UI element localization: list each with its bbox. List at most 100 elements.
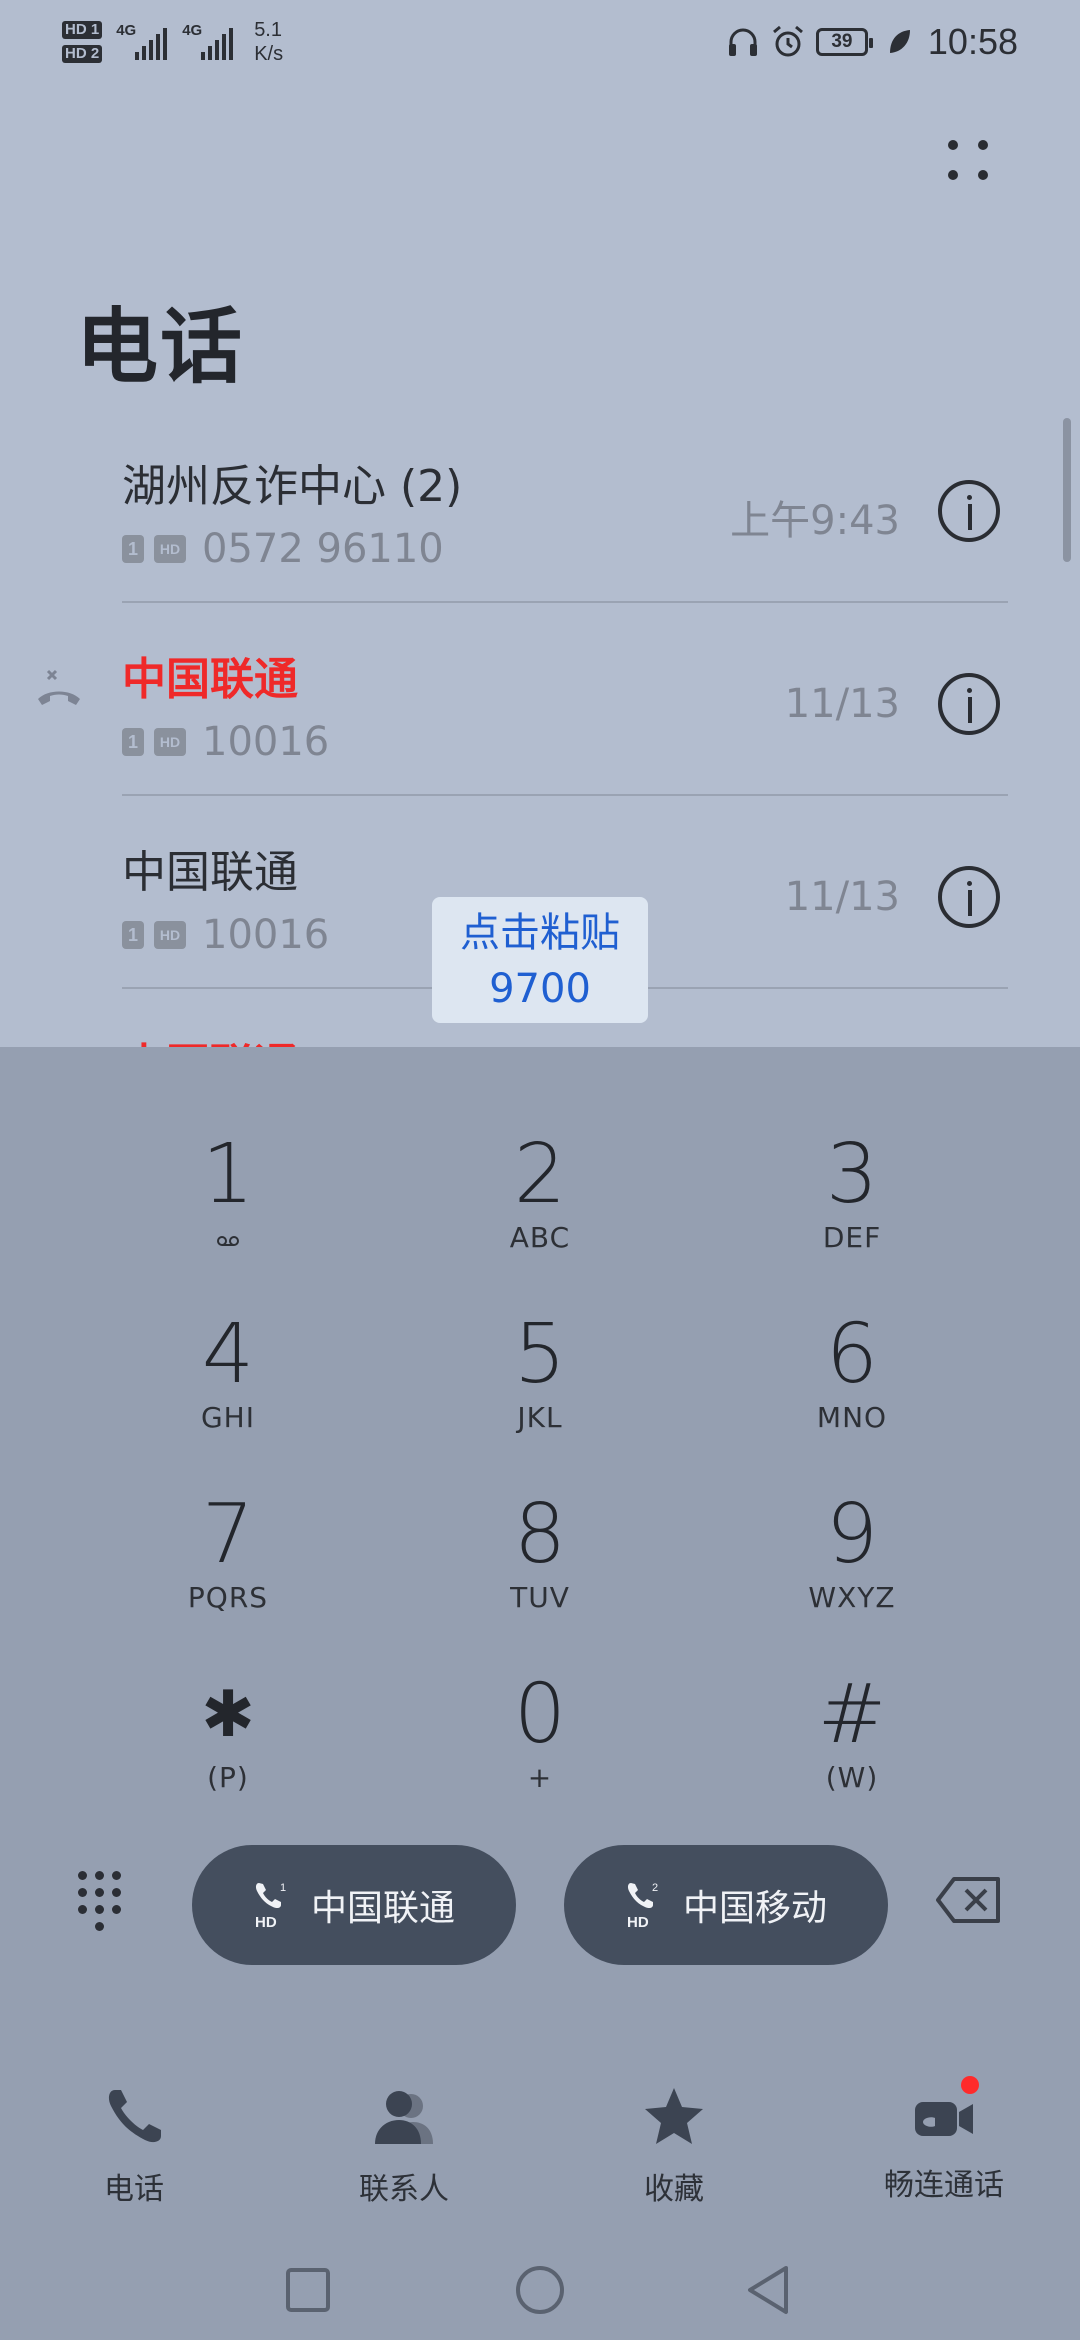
key-digit: 9 bbox=[825, 1487, 879, 1582]
sim2-number: 2 bbox=[652, 1882, 658, 1894]
phone-icon bbox=[108, 2090, 161, 2143]
tab-favorites[interactable]: 收藏 bbox=[554, 2070, 794, 2220]
video-call-icon-wrap bbox=[909, 2076, 979, 2152]
key-3[interactable]: 3 DEF bbox=[696, 1047, 1008, 1253]
key-digit: 8 bbox=[513, 1487, 567, 1582]
sim-badge: 1 bbox=[122, 921, 144, 949]
sim2-carrier-label: 中国移动 bbox=[682, 1888, 827, 1929]
signal1-icon: 4G bbox=[116, 22, 168, 60]
paste-suggestion-button[interactable]: 点击粘贴 9700 bbox=[432, 897, 648, 1023]
call-details: 1 HD 0572 96110 bbox=[122, 526, 444, 572]
clock: 10:58 bbox=[927, 21, 1018, 62]
call-details: 1 HD 10016 bbox=[122, 912, 329, 958]
paste-tip-label: 点击粘贴 bbox=[460, 910, 620, 956]
net-speed-unit: K/s bbox=[254, 43, 284, 65]
tab-label: 联系人 bbox=[359, 2172, 449, 2207]
call-time: 11/13 bbox=[784, 874, 900, 920]
call-action-row: 1 HD 中国联通 2 HD 中国移动 bbox=[0, 1845, 1080, 1965]
battery-icon: 39 bbox=[815, 28, 873, 56]
sim-badge: 1 bbox=[122, 535, 144, 563]
system-navigation-bar bbox=[0, 2240, 1080, 2340]
call-details: 1 HD 10016 bbox=[122, 719, 329, 765]
recents-icon[interactable] bbox=[278, 2260, 338, 2320]
key-5[interactable]: 5 JKL bbox=[384, 1227, 696, 1433]
key-digit: 3 bbox=[825, 1127, 879, 1222]
hd2-badge: HD 2 bbox=[62, 45, 103, 63]
star-icon bbox=[645, 2088, 703, 2144]
key-digit: # bbox=[817, 1667, 887, 1762]
missed-call-icon bbox=[38, 669, 80, 705]
back-icon[interactable] bbox=[740, 2260, 800, 2320]
key-2[interactable]: 2 ABC bbox=[384, 1047, 696, 1253]
tab-meetime[interactable]: 畅连通话 bbox=[824, 2070, 1064, 2220]
call-sim1-button[interactable]: 1 HD 中国联通 bbox=[192, 1845, 516, 1965]
hd-badge: HD bbox=[154, 535, 186, 563]
caller-name: 中国联通 bbox=[122, 654, 298, 705]
key-1[interactable]: 1 bbox=[72, 1047, 384, 1246]
tab-contacts[interactable]: 联系人 bbox=[284, 2070, 524, 2220]
key-hash[interactable]: # (W) bbox=[696, 1587, 1008, 1793]
notification-dot bbox=[961, 2076, 979, 2094]
call-sim2-button[interactable]: 2 HD 中国移动 bbox=[564, 1845, 888, 1965]
key-letters: (P) bbox=[207, 1761, 249, 1794]
call-time: 11/13 bbox=[784, 681, 900, 727]
status-bar-left: HD 1 HD 2 4G 4G 5.1 K/s bbox=[62, 14, 283, 70]
hide-dialpad-button[interactable] bbox=[78, 1871, 136, 1941]
call-info-button[interactable] bbox=[938, 866, 1000, 928]
signal2-gen-label: 4G bbox=[182, 22, 203, 39]
battery-level: 39 bbox=[831, 31, 853, 52]
key-digit: 6 bbox=[825, 1307, 879, 1402]
tab-label: 畅连通话 bbox=[884, 2168, 1004, 2203]
caller-name: 湖州反诈中心 (2) bbox=[122, 461, 463, 512]
scrollbar[interactable] bbox=[1063, 418, 1071, 562]
key-4[interactable]: 4 GHI bbox=[72, 1227, 384, 1433]
status-bar: HD 1 HD 2 4G 4G 5.1 K/s 39 10:58 bbox=[0, 0, 1080, 80]
net-speed-value: 5.1 bbox=[254, 19, 282, 41]
hd1-badge: HD 1 bbox=[62, 21, 103, 39]
key-star[interactable]: ✱ (P) bbox=[72, 1587, 384, 1793]
status-bar-right: 39 10:58 bbox=[726, 14, 1018, 70]
caller-number: 10016 bbox=[202, 912, 330, 958]
home-icon[interactable] bbox=[510, 2260, 570, 2320]
contacts-icon bbox=[375, 2091, 433, 2144]
hd-label: HD bbox=[627, 1914, 649, 1931]
tab-phone[interactable]: 电话 bbox=[14, 2070, 254, 2220]
paste-tip-number: 9700 bbox=[489, 966, 591, 1012]
call-time: 上午9:43 bbox=[730, 498, 900, 544]
backspace-icon[interactable] bbox=[934, 1873, 1004, 1927]
call-log-row[interactable]: 湖州反诈中心 (2) 1 HD 0572 96110 上午9:43 bbox=[0, 410, 1080, 603]
key-9[interactable]: 9 WXYZ bbox=[696, 1407, 1008, 1613]
hd-badge: HD bbox=[154, 728, 186, 756]
bottom-tab-bar: 电话 联系人 收藏 畅连通话 bbox=[0, 2070, 1080, 2220]
headphones-icon bbox=[728, 28, 757, 56]
page-title: 电话 bbox=[76, 300, 245, 395]
net-speed: 5.1 K/s bbox=[254, 18, 283, 66]
hd-label: HD bbox=[255, 1914, 277, 1931]
key-digit: 1 bbox=[201, 1127, 255, 1222]
key-digit: ✱ bbox=[201, 1678, 255, 1752]
call-log-area: HD 1 HD 2 4G 4G 5.1 K/s 39 10:58 电话 湖州反诈… bbox=[0, 0, 1080, 1047]
key-digit: 5 bbox=[513, 1307, 567, 1402]
caller-name: 中国联通 (2) bbox=[122, 1029, 384, 1047]
key-7[interactable]: 7 PQRS bbox=[72, 1407, 384, 1613]
call-info-button[interactable] bbox=[938, 673, 1000, 735]
hd-badge: HD bbox=[154, 921, 186, 949]
key-8[interactable]: 8 TUV bbox=[384, 1407, 696, 1613]
more-options-button[interactable] bbox=[940, 130, 1000, 190]
key-0[interactable]: 0 + bbox=[384, 1587, 696, 1793]
caller-name: 中国联通 bbox=[122, 847, 298, 898]
power-saving-leaf-icon bbox=[889, 30, 910, 53]
sim1-carrier-label: 中国联通 bbox=[310, 1888, 455, 1929]
hd-call-sim2-icon: 2 HD bbox=[627, 1882, 658, 1931]
tab-label: 电话 bbox=[104, 2172, 164, 2207]
call-log-row[interactable]: 中国联通 1 HD 10016 11/13 bbox=[0, 603, 1080, 796]
call-info-button[interactable] bbox=[938, 480, 1000, 542]
caller-number: 10016 bbox=[202, 719, 330, 765]
signal1-gen-label: 4G bbox=[116, 22, 137, 39]
key-digit: 7 bbox=[201, 1487, 255, 1582]
alarm-icon bbox=[772, 25, 803, 57]
caller-number: 0572 96110 bbox=[202, 526, 444, 572]
key-6[interactable]: 6 MNO bbox=[696, 1227, 1008, 1433]
hd-voice-indicators: HD 1 HD 2 bbox=[62, 21, 103, 63]
hd-call-sim1-icon: 1 HD bbox=[255, 1882, 286, 1931]
